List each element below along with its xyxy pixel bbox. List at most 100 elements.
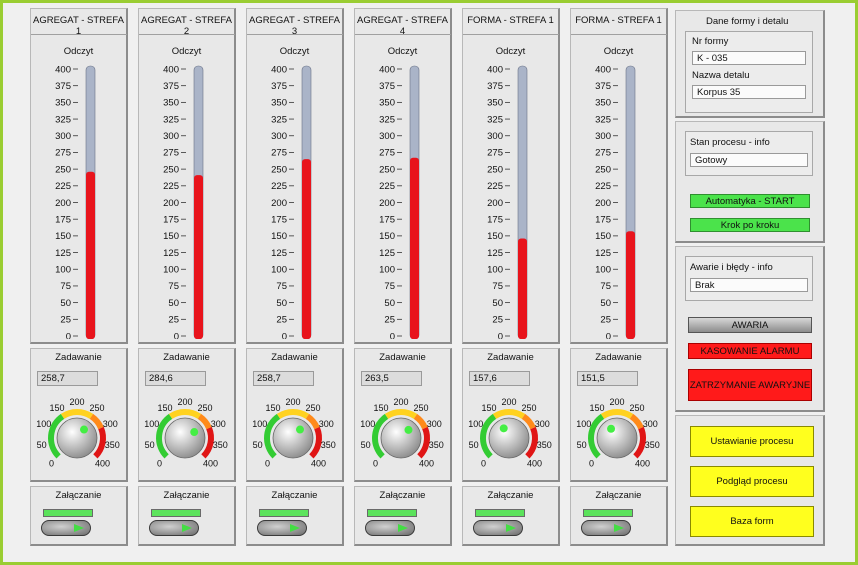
setpoint-value-field[interactable]: 263,5 [361,371,422,386]
automation-start-button[interactable]: Automatyka - START [690,194,810,208]
scale-tick-label: 350 [487,98,503,109]
enable-led [583,509,633,517]
scale-tick-label: 175 [55,214,71,225]
setpoint-knob[interactable]: 050 100 150 200 250 300 350 400 [463,395,559,481]
knob-scale-arc [60,409,94,419]
scale-tick-label: 200 [595,198,611,209]
play-icon [182,524,192,532]
scale-tick-label: 125 [55,248,71,259]
knob-scale-label: 50 [361,440,371,450]
scale-tick-label: 325 [271,114,287,125]
zone-column: FORMA - STREFA 1 Odczyt 400 375 350 325 300 275… [568,8,670,546]
scale-tick-label: 200 [487,198,503,209]
scale-tick-label: 100 [271,265,287,276]
knob-scale-label: 350 [105,440,120,450]
process-status-title: Stan procesu - info [690,137,770,148]
knob-indicator [404,425,413,434]
scale-tick-label: 75 [384,281,395,292]
scale-tick-label: 50 [384,298,395,309]
scale-tick-label: 250 [487,164,503,175]
scale-tick-label: 350 [271,98,287,109]
setpoint-value-field[interactable]: 258,7 [253,371,314,386]
knob-indicator [296,425,305,434]
step-by-step-button[interactable]: Krok po kroku [690,218,810,232]
knob-body [380,417,422,459]
zone-title-line [571,34,667,35]
knob-scale-label: 350 [429,440,444,450]
knob-scale-label: 100 [576,419,591,429]
zone-column: AGREGAT - STREFA 1 Odczyt 400 375 350 325 300 2… [28,8,130,546]
setpoint-knob[interactable]: 050 100 150 200 250 300 350 400 [571,395,667,481]
form-subpanel: Nr formy K - 035 Nazwa detalu Korpus 35 [685,31,813,113]
knob-scale-label: 200 [69,397,84,407]
scale-tick-label: 400 [55,64,71,75]
enable-led [259,509,309,517]
enable-toggle[interactable] [257,520,307,536]
temperature-gauge-section: FORMA - STREFA 1 Odczyt 400 375 350 325 300 275… [570,8,668,344]
enable-section: Załączanie [138,486,236,546]
setpoint-knob[interactable]: 050 100 150 200 250 300 350 400 [31,395,127,481]
knob-scale-label: 300 [211,419,226,429]
thermometer-mercury [302,159,311,339]
detail-name-field[interactable]: Korpus 35 [692,85,806,99]
scale-tick-label: 275 [55,148,71,159]
form-database-button[interactable]: Baza form [690,506,814,537]
enable-toggle[interactable] [581,520,631,536]
setpoint-label: Zadawanie [271,352,318,363]
scale-tick-label: 175 [595,214,611,225]
setpoint-knob[interactable]: 050 100 150 200 250 300 350 400 [247,395,343,481]
scale-tick-label: 350 [55,98,71,109]
zone-column: AGREGAT - STREFA 2 Odczyt 400 375 350 325 300 2… [136,8,238,546]
setpoint-section: Zadawanie 258,7 0 50 100 150 200 250 300 350 400 [246,348,344,482]
scale-tick-label: 200 [379,198,395,209]
knob-scale-label: 250 [413,403,428,413]
knob-scale-label: 250 [629,403,644,413]
enable-label: Załączanie [55,490,102,501]
detail-name-label: Nazwa detalu [692,70,750,81]
zone-column: AGREGAT - STREFA 4 Odczyt 400 375 350 325 300 2… [352,8,454,546]
setpoint-value-field[interactable]: 151,5 [577,371,638,386]
thermometer-gauge: 4003753503253002752502252001751501251007… [379,64,420,339]
setpoint-value-field[interactable]: 258,7 [37,371,98,386]
alarm-indicator-button[interactable]: AWARIA [688,317,812,333]
setpoint-label: Zadawanie [55,352,102,363]
setpoint-knob[interactable]: 050 100 150 200 250 300 350 400 [139,395,235,481]
knob-scale-label: 0 [265,458,270,468]
enable-section: Załączanie [354,486,452,546]
temperature-gauge-section: AGREGAT - STREFA 2 Odczyt 400 375 350 325 300 2… [138,8,236,344]
setpoint-label: Zadawanie [379,352,426,363]
scale-tick-label: 200 [55,198,71,209]
emergency-stop-button[interactable]: ZATRZYMANIE AWARYJNE [688,369,812,401]
play-icon [614,524,624,532]
scale-tick-label: 150 [55,231,71,242]
setpoint-section: Zadawanie 258,7 0 50 100 150 200 250 300 350 400 [30,348,128,482]
enable-section: Załączanie [30,486,128,546]
knob-scale-label: 150 [481,403,496,413]
reset-alarm-button[interactable]: KASOWANIE ALARMU [688,343,812,359]
zone-title-line [139,34,235,35]
enable-toggle[interactable] [149,520,199,536]
knob-scale-label: 0 [157,458,162,468]
enable-section: Załączanie [246,486,344,546]
scale-tick-label: 300 [55,131,71,142]
setpoint-knob[interactable]: 050 100 150 200 250 300 350 400 [355,395,451,481]
scale-tick-label: 50 [492,298,503,309]
scale-tick-label: 50 [60,298,71,309]
knob-scale-label: 50 [37,440,47,450]
process-settings-button[interactable]: Ustawianie procesu [690,426,814,457]
knob-scale-label: 100 [36,419,51,429]
form-data-panel: Dane formy i detalu Nr formy K - 035 Naz… [675,10,825,118]
form-number-field[interactable]: K - 035 [692,51,806,65]
enable-toggle[interactable] [41,520,91,536]
setpoint-value-field[interactable]: 157,6 [469,371,530,386]
scale-tick-label: 225 [55,181,71,192]
process-preview-button[interactable]: Podgląd procesu [690,466,814,497]
knob-body [272,417,314,459]
scale-tick-label: 225 [163,181,179,192]
setpoint-value-field[interactable]: 284,6 [145,371,206,386]
thermometer-mercury [86,171,95,339]
enable-toggle[interactable] [365,520,415,536]
scale-tick-label: 400 [271,64,287,75]
enable-toggle[interactable] [473,520,523,536]
thermometer-gauge: 4003753503253002752502252001751501251007… [595,64,636,339]
